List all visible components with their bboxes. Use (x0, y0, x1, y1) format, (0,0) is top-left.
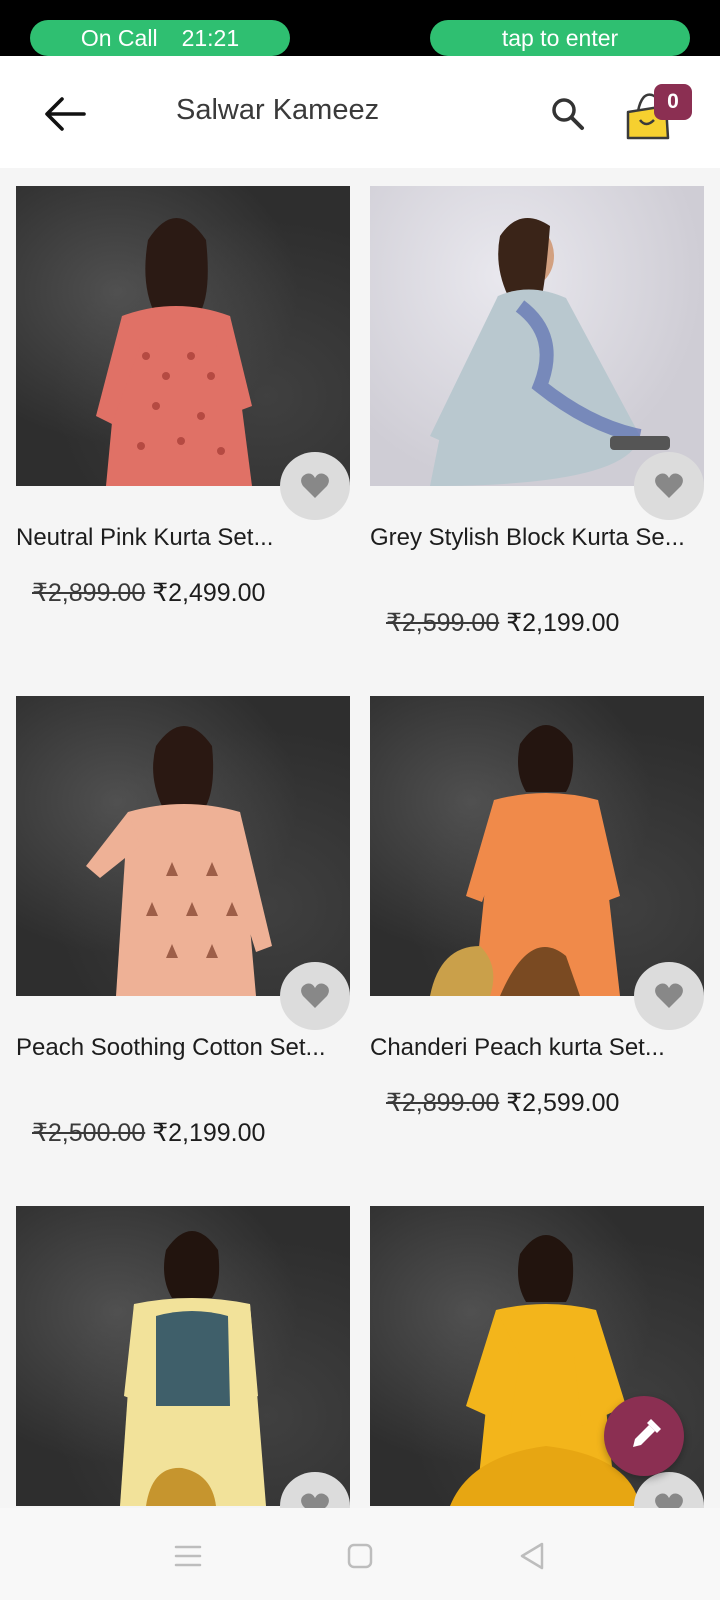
wishlist-button[interactable] (634, 452, 704, 520)
system-nav-bar (0, 1508, 720, 1600)
heart-icon (301, 1493, 329, 1508)
heart-icon (301, 983, 329, 1008)
back-triangle-icon (520, 1542, 544, 1570)
sale-price: ₹2,199.00 (152, 1119, 266, 1147)
status-bar: On Call 21:21 tap to enter (0, 0, 720, 56)
product-price: ₹2,899.00 ₹2,499.00 (32, 578, 265, 608)
product-photo-figure (430, 218, 670, 486)
original-price: ₹2,899.00 (386, 1089, 500, 1117)
wishlist-button[interactable] (634, 962, 704, 1030)
back-button[interactable] (40, 92, 88, 136)
product-photo-figure (120, 1231, 266, 1506)
original-price: ₹2,500.00 (32, 1119, 146, 1147)
heart-icon (655, 1493, 683, 1508)
product-image[interactable] (370, 696, 704, 996)
product-image[interactable] (370, 186, 704, 486)
product-grid: Neutral Pink Kurta Set... ₹2,899.00 ₹2,4… (0, 168, 720, 1508)
menu-button[interactable] (168, 1536, 208, 1576)
arrow-left-icon (45, 97, 86, 131)
product-photo-figure (430, 725, 620, 996)
sale-price: ₹2,499.00 (152, 579, 266, 607)
product-image[interactable] (16, 1206, 350, 1506)
pencil-icon (633, 1419, 661, 1447)
cart-count-badge: 0 (654, 84, 692, 120)
product-photo-figure (86, 726, 272, 996)
search-button[interactable] (548, 94, 588, 134)
wishlist-button[interactable] (280, 452, 350, 520)
tap-to-enter-pill[interactable]: tap to enter (430, 20, 690, 56)
product-photo-figure (96, 218, 252, 486)
heart-icon (655, 473, 683, 498)
product-name[interactable]: Chanderi Peach kurta Set... (370, 1032, 704, 1063)
product-image[interactable] (16, 186, 350, 486)
home-square-icon (347, 1543, 373, 1569)
system-back-button[interactable] (512, 1536, 552, 1576)
search-icon (552, 98, 584, 130)
tap-label: tap to enter (501, 25, 619, 51)
heart-icon (301, 473, 329, 498)
sale-price: ₹2,199.00 (506, 609, 620, 637)
product-price: ₹2,599.00 ₹2,199.00 (386, 608, 619, 638)
wishlist-button[interactable] (280, 962, 350, 1030)
product-name[interactable]: Grey Stylish Block Kurta Se... (370, 522, 704, 553)
product-name[interactable]: Neutral Pink Kurta Set... (16, 522, 350, 553)
cart-button[interactable]: 0 (624, 84, 694, 146)
original-price: ₹2,599.00 (386, 609, 500, 637)
menu-icon (174, 1545, 202, 1567)
product-name[interactable]: Peach Soothing Cotton Set... (16, 1032, 350, 1063)
home-button[interactable] (340, 1536, 380, 1576)
product-price: ₹2,899.00 ₹2,599.00 (386, 1088, 619, 1118)
app-bar: Salwar Kameez 0 (0, 56, 720, 168)
page-title: Salwar Kameez (176, 94, 380, 126)
call-label: On Call (80, 25, 158, 51)
edit-fab-button[interactable] (604, 1396, 684, 1476)
heart-icon (655, 983, 683, 1008)
product-image[interactable] (16, 696, 350, 996)
call-time: 21:21 (181, 25, 240, 51)
sale-price: ₹2,599.00 (506, 1089, 620, 1117)
on-call-pill[interactable]: On Call 21:21 (30, 20, 290, 56)
original-price: ₹2,899.00 (32, 579, 146, 607)
product-price: ₹2,500.00 ₹2,199.00 (32, 1118, 265, 1148)
